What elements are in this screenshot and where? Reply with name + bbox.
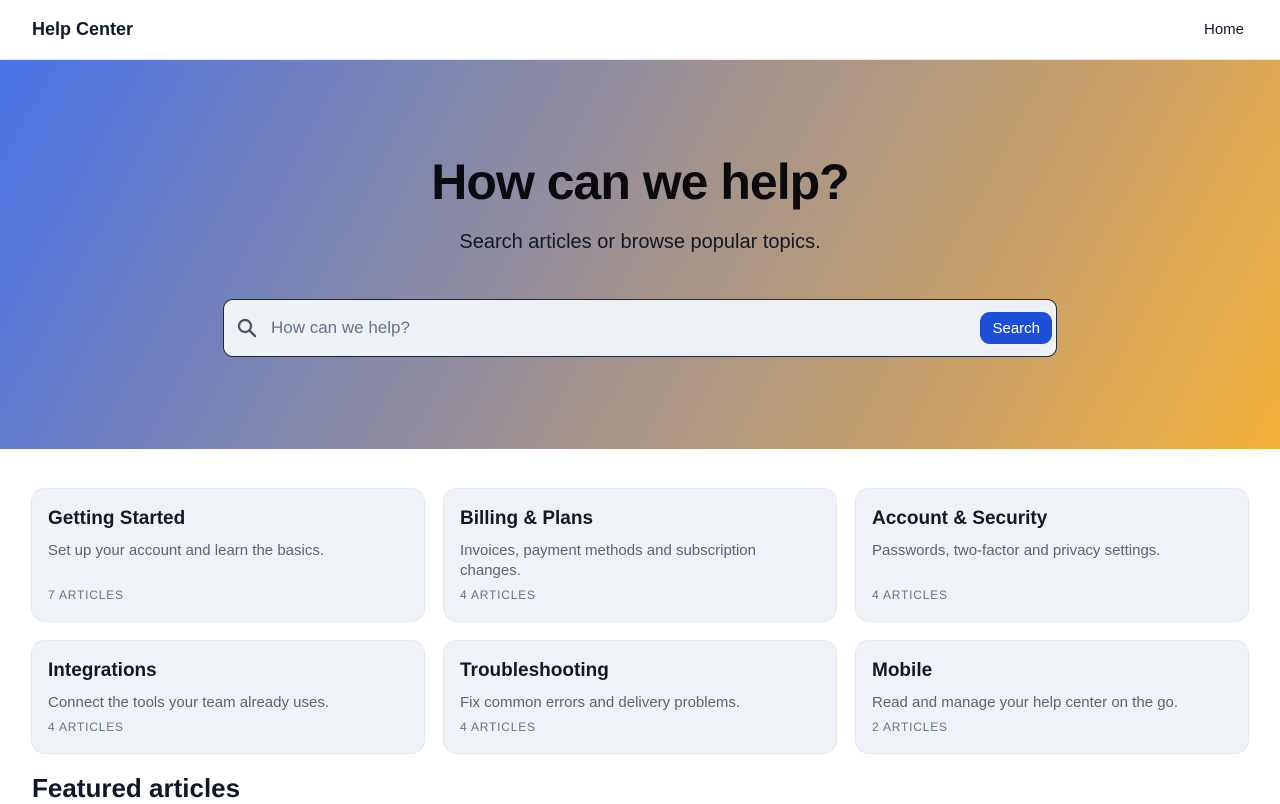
category-article-count: 4 ARTICLES bbox=[460, 720, 536, 734]
category-description: Passwords, two-factor and privacy settin… bbox=[872, 542, 1161, 559]
hero-banner: How can we help? Search articles or brow… bbox=[0, 60, 1280, 449]
category-grid: Getting Started Set up your account and … bbox=[0, 449, 1280, 754]
category-description: Read and manage your help center on the … bbox=[872, 694, 1179, 711]
category-description: Connect the tools your team already uses… bbox=[48, 694, 329, 711]
category-card-mobile[interactable]: Mobile Read and manage your help center … bbox=[855, 640, 1249, 754]
search-input[interactable] bbox=[258, 300, 981, 356]
category-description: Invoices, payment methods and subscripti… bbox=[460, 542, 756, 579]
category-article-count: 7 ARTICLES bbox=[48, 588, 124, 602]
featured-articles-heading: Featured articles bbox=[32, 773, 241, 803]
brand-logo-text[interactable]: Help Center bbox=[32, 19, 133, 40]
category-card-getting-started[interactable]: Getting Started Set up your account and … bbox=[31, 488, 425, 622]
category-card-troubleshooting[interactable]: Troubleshooting Fix common errors and de… bbox=[443, 640, 837, 754]
search-icon bbox=[236, 317, 258, 339]
category-title: Getting Started bbox=[48, 508, 186, 529]
category-title: Mobile bbox=[872, 660, 933, 681]
category-card-billing-plans[interactable]: Billing & Plans Invoices, payment method… bbox=[443, 488, 837, 622]
search-button[interactable]: Search bbox=[980, 312, 1052, 344]
category-card-account-security[interactable]: Account & Security Passwords, two-factor… bbox=[855, 488, 1249, 622]
search-bar: Search bbox=[223, 299, 1057, 357]
hero-subtitle: Search articles or browse popular topics… bbox=[459, 231, 821, 253]
category-article-count: 2 ARTICLES bbox=[872, 720, 948, 734]
category-article-count: 4 ARTICLES bbox=[460, 588, 536, 602]
top-navbar: Help Center Home bbox=[0, 0, 1280, 60]
nav-home-link[interactable]: Home bbox=[1204, 21, 1244, 38]
category-article-count: 4 ARTICLES bbox=[872, 588, 948, 602]
category-title: Billing & Plans bbox=[460, 508, 594, 529]
category-article-count: 4 ARTICLES bbox=[48, 720, 124, 734]
category-title: Integrations bbox=[48, 660, 157, 681]
category-title: Account & Security bbox=[872, 508, 1048, 529]
hero-title: How can we help? bbox=[431, 154, 849, 210]
category-description: Set up your account and learn the basics… bbox=[48, 542, 325, 559]
category-description: Fix common errors and delivery problems. bbox=[460, 694, 741, 711]
category-title: Troubleshooting bbox=[460, 660, 609, 681]
category-card-integrations[interactable]: Integrations Connect the tools your team… bbox=[31, 640, 425, 754]
